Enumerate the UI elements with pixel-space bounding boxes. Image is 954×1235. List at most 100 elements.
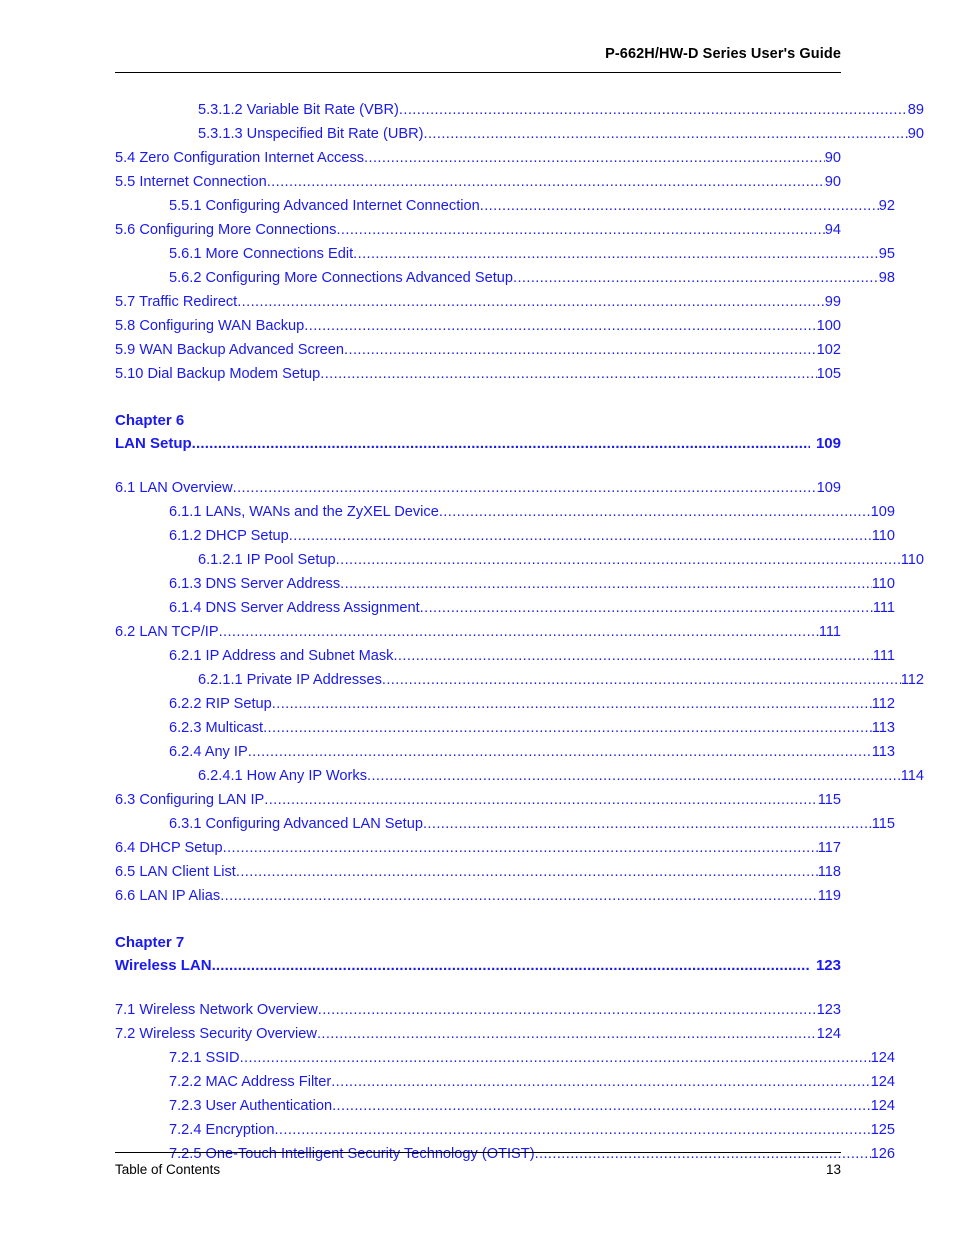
toc-entry[interactable]: 5.10 Dial Backup Modem Setup ...........… — [115, 362, 841, 386]
toc-entry[interactable]: 6.2.4.1 How Any IP Works ...............… — [115, 764, 924, 788]
toc-entry-label: 6.2.3 Multicast — [169, 720, 264, 736]
dot-leader: ........................................… — [398, 102, 908, 118]
toc-entry[interactable]: 5.6 Configuring More Connections .......… — [115, 218, 841, 242]
toc-entry[interactable]: 5.6.1 More Connections Edit ............… — [115, 242, 895, 266]
toc-entry-label: 6.2.2 RIP Setup — [169, 696, 272, 712]
toc-entry[interactable]: 6.1.2 DHCP Setup .......................… — [115, 524, 895, 548]
dot-leader: ........................................… — [264, 792, 817, 808]
page-number: 112 — [871, 696, 895, 712]
page-number: 98 — [878, 270, 895, 286]
page-number: 124 — [816, 1026, 841, 1042]
running-header: P-662H/HW-D Series User's Guide — [115, 46, 841, 62]
toc-entry-label: 5.9 WAN Backup Advanced Screen — [115, 342, 345, 358]
toc-entry[interactable]: 6.2.4 Any IP ...........................… — [115, 740, 895, 764]
toc-entry[interactable]: 5.5.1 Configuring Advanced Internet Conn… — [115, 194, 895, 218]
dot-leader: ........................................… — [263, 720, 872, 736]
chapter-number-label: Chapter 6 — [115, 412, 185, 429]
toc-entry-label: 7.2.1 SSID — [169, 1050, 240, 1066]
toc-entry[interactable]: 5.3.1.2 Variable Bit Rate (VBR) ........… — [115, 98, 924, 122]
toc-entry[interactable]: 7.1 Wireless Network Overview ..........… — [115, 998, 841, 1022]
dot-leader: ........................................… — [237, 294, 825, 310]
toc-entry[interactable]: 6.2.3 Multicast ........................… — [115, 716, 895, 740]
toc-entry-label: 6.3 Configuring LAN IP — [115, 792, 265, 808]
page-number: 123 — [816, 1002, 841, 1018]
chapter-toc-entry[interactable]: LAN Setup...............................… — [115, 432, 841, 456]
toc-entry[interactable]: 7.2.3 User Authentication ..............… — [115, 1094, 895, 1118]
toc-entry[interactable]: 6.2.1 IP Address and Subnet Mask .......… — [115, 644, 895, 668]
dot-leader: ........................................… — [232, 480, 817, 496]
toc-entry[interactable]: 5.7 Traffic Redirect ...................… — [115, 290, 841, 314]
toc-entry[interactable]: 6.1.4 DNS Server Address Assignment ....… — [115, 596, 895, 620]
toc-entry[interactable]: 6.1 LAN Overview .......................… — [115, 476, 841, 500]
dot-leader: ........................................… — [247, 744, 872, 760]
toc-entry[interactable]: 6.1.1 LANs, WANs and the ZyXEL Device ..… — [115, 500, 895, 524]
toc-entry[interactable]: 5.4 Zero Configuration Internet Access .… — [115, 146, 841, 170]
chapter-toc-entry[interactable]: Wireless LAN............................… — [115, 954, 841, 978]
toc-entry-label: 6.2.4.1 How Any IP Works — [198, 768, 367, 784]
chapter-heading-block: Chapter 7 Wireless LAN...................… — [115, 932, 841, 978]
page-number: 117 — [817, 840, 841, 856]
toc-entry[interactable]: 6.6 LAN IP Alias .......................… — [115, 884, 841, 908]
toc-entry[interactable]: 5.3.1.3 Unspecified Bit Rate (UBR) .....… — [115, 122, 924, 146]
toc-entry[interactable]: 6.3 Configuring LAN IP .................… — [115, 788, 841, 812]
toc-entry[interactable]: 7.2 Wireless Security Overview .........… — [115, 1022, 841, 1046]
toc-entry[interactable]: 5.6.2 Configuring More Connections Advan… — [115, 266, 895, 290]
toc-entry[interactable]: 6.3.1 Configuring Advanced LAN Setup ...… — [115, 812, 895, 836]
toc-entry[interactable]: 7.2.1 SSID .............................… — [115, 1046, 895, 1070]
page-number: 109 — [815, 435, 841, 452]
table-of-contents: 5.3.1.2 Variable Bit Rate (VBR) ........… — [115, 98, 924, 1166]
toc-entry[interactable]: 7.2.4 Encryption .......................… — [115, 1118, 895, 1142]
dot-leader: ........................................… — [271, 696, 872, 712]
page-number: 124 — [870, 1098, 895, 1114]
page-number: 109 — [816, 480, 841, 496]
page-number: 124 — [870, 1074, 895, 1090]
toc-entry-group: 5.3.1.2 Variable Bit Rate (VBR) ........… — [115, 98, 924, 386]
toc-entry[interactable]: 6.1.2.1 IP Pool Setup ..................… — [115, 548, 924, 572]
toc-entry-label: 5.5 Internet Connection — [115, 174, 267, 190]
dot-leader: ........................................… — [304, 318, 817, 334]
toc-entry-label: 6.1.3 DNS Server Address — [169, 576, 341, 592]
chapter-number-label: Chapter 7 — [115, 934, 185, 951]
dot-leader: ........................................… — [353, 246, 879, 262]
dot-leader: ........................................… — [344, 342, 817, 358]
toc-entry-label: 5.3.1.3 Unspecified Bit Rate (UBR) — [198, 126, 424, 142]
chapter-heading-block: Chapter 6 LAN Setup......................… — [115, 410, 841, 456]
dot-leader: ........................................… — [419, 600, 873, 616]
page-number: 110 — [871, 528, 895, 544]
page-number: 112 — [900, 672, 924, 688]
toc-entry-label: 7.2 Wireless Security Overview — [115, 1026, 317, 1042]
toc-entry[interactable]: 5.8 Configuring WAN Backup .............… — [115, 314, 841, 338]
toc-entry-label: 6.1.1 LANs, WANs and the ZyXEL Device — [169, 504, 439, 520]
toc-entry[interactable]: 6.2.2 RIP Setup ........................… — [115, 692, 895, 716]
toc-entry-label: 7.2.4 Encryption — [169, 1122, 275, 1138]
page-number: 92 — [878, 198, 895, 214]
toc-entry-label: 6.1.4 DNS Server Address Assignment — [169, 600, 420, 616]
toc-entry-label: 6.1 LAN Overview — [115, 480, 233, 496]
toc-entry[interactable]: 6.1.3 DNS Server Address ...............… — [115, 572, 895, 596]
dot-leader: ........................................… — [423, 126, 908, 142]
page-number: 111 — [818, 624, 841, 640]
dot-leader: ........................................… — [320, 366, 816, 382]
toc-entry-label: 5.8 Configuring WAN Backup — [115, 318, 305, 334]
toc-entry-label: 6.2.4 Any IP — [169, 744, 248, 760]
dot-leader: ........................................… — [364, 150, 825, 166]
page-number: 90 — [907, 126, 924, 142]
running-footer: Table of Contents 13 — [115, 1162, 841, 1177]
toc-entry-label: 5.10 Dial Backup Modem Setup — [115, 366, 321, 382]
toc-entry[interactable]: 7.2.2 MAC Address Filter ...............… — [115, 1070, 895, 1094]
toc-entry[interactable]: 6.4 DHCP Setup .........................… — [115, 836, 841, 860]
toc-entry[interactable]: 6.5 LAN Client List ....................… — [115, 860, 841, 884]
toc-entry[interactable]: 6.2.1.1 Private IP Addresses ...........… — [115, 668, 924, 692]
toc-entry[interactable]: 5.5 Internet Connection ................… — [115, 170, 841, 194]
page-number: 105 — [816, 366, 841, 382]
dot-leader: ........................................… — [438, 504, 871, 520]
toc-entry[interactable]: 5.9 WAN Backup Advanced Screen .........… — [115, 338, 841, 362]
dot-leader: ........................................… — [316, 1026, 817, 1042]
dot-leader: ........................................… — [335, 552, 901, 568]
dot-leader: ........................................… — [288, 528, 872, 544]
page-number: 126 — [870, 1146, 895, 1162]
dot-leader: ........................................… — [332, 1098, 871, 1114]
toc-entry[interactable]: 6.2 LAN TCP/IP .........................… — [115, 620, 841, 644]
page-number: 110 — [900, 552, 924, 568]
dot-leader: ........................................… — [367, 768, 901, 784]
